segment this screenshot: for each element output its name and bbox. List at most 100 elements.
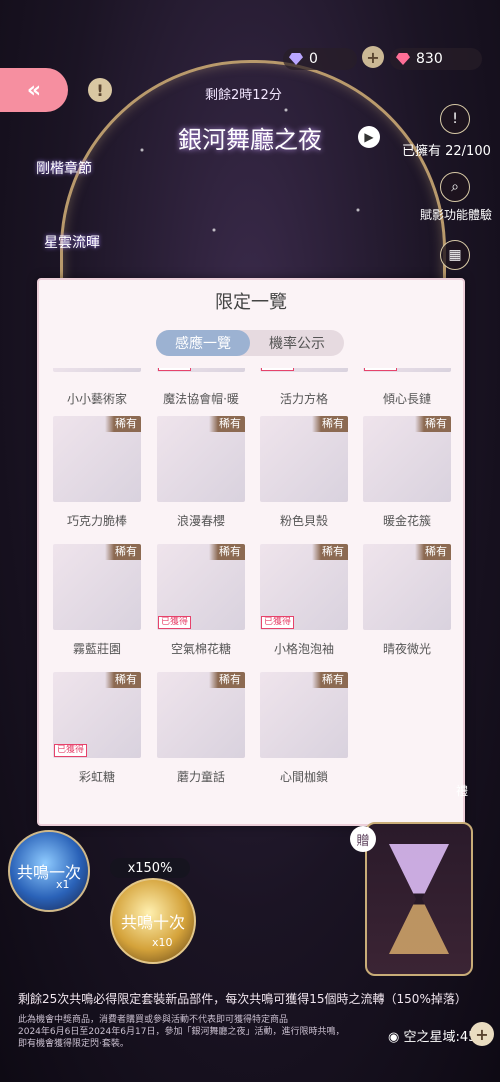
rare-badge: 稀有 [209,672,245,688]
item-cell[interactable]: 稀有浪漫春櫻 [157,416,245,528]
item-name: 魔法協會帽·暖 [163,392,239,406]
item-cell[interactable]: 稀有粉色貝殼 [260,416,348,528]
notice-text: 剩餘25次共鳴必得限定套裝新品部件，每次共鳴可獲得15個時之流轉（150%掉落） [18,992,467,1006]
item-cell[interactable]: 稀有霧藍莊園 [53,544,141,656]
menu-nebula[interactable]: 星雲流暉 [44,232,100,252]
item-name: 巧克力脆棒 [66,514,127,528]
resonate-once-label: 共鳴一次 [16,863,81,882]
info-button[interactable]: ! [88,78,112,102]
item-thumbnail: 稀有 [53,544,141,630]
item-name: 心間枷鎖 [279,770,328,784]
event-detail-button[interactable]: ▶ [358,126,380,148]
item-cell[interactable]: 稀有暖金花簇 [363,416,451,528]
limited-list-modal: 限定一覽 感應一覽 機率公示 小小藝術家已獲得魔法協會帽·暖已獲得活力方格已獲得… [37,278,465,826]
item-cell[interactable]: 稀有巧克力脆棒 [53,416,141,528]
rare-badge: 稀有 [312,672,348,688]
eye-icon: ◉ [388,1030,404,1045]
chevron-right-icon: ▶ [364,130,374,144]
rare-badge: 稀有 [209,416,245,432]
item-thumbnail: 已獲得 [260,368,348,372]
rare-badge: 稀有 [415,544,451,560]
alert-icon: ! [452,111,458,127]
item-name: 小格泡泡袖 [273,642,334,656]
item-thumbnail: 稀有 [157,416,245,502]
item-thumbnail: 稀有 [53,416,141,502]
add-currency-button[interactable]: + [362,46,384,68]
plus-icon: + [366,47,380,67]
obtained-badge: 已獲得 [158,368,192,371]
resonate-ten-button[interactable]: 共鳴十次 [110,878,196,964]
currency-blue-diamond: 0 [283,48,357,70]
item-thumbnail: 稀有 [260,672,348,758]
item-cell[interactable]: 稀有已獲得小格泡泡袖 [260,544,348,656]
calendar-button[interactable]: ▦ [440,240,470,270]
owned-count: 已擁有 22/100 [402,144,491,159]
obtained-badge: 已獲得 [364,368,398,371]
item-cell[interactable]: 稀有 蘑力童話 [157,672,245,784]
menu-chapter[interactable]: 剛楷章節 [36,158,92,178]
item-thumbnail: 稀有已獲得 [260,544,348,630]
item-cell[interactable]: 稀有已獲得空氣棉花糖 [157,544,245,656]
item-cell[interactable]: 稀有晴夜微光 [363,544,451,656]
starfield-value: 空之星域:45 [403,1030,477,1045]
item-name: 暖金花簇 [382,514,431,528]
item-thumbnail: 稀有已獲得 [157,544,245,630]
item-thumbnail: 稀有 [363,544,451,630]
item-cell[interactable]: 稀有心間枷鎖 [260,672,348,784]
rare-badge: 稀有 [209,544,245,560]
resonate-ten-label: 共鳴十次 [120,913,185,932]
item-name: 彩虹糖 [78,770,115,784]
item-name: 活力方格 [279,392,328,406]
hourglass-reward[interactable] [365,822,473,976]
item-thumbnail: 稀有 [363,416,451,502]
starfield-counter: ◉ 空之星域:45 [388,1026,476,1045]
obtained-badge: 已獲得 [54,744,88,757]
rare-badge: 稀有 [312,416,348,432]
item-thumbnail: 已獲得 [157,368,245,372]
modal-tabs: 感應一覽 機率公示 [156,330,344,356]
search-icon: ⌕ [451,179,459,195]
event-title: 銀河舞廳之夜 [178,126,322,154]
calendar-icon: ▦ [448,247,462,263]
item-name: 霧藍莊園 [72,642,121,656]
tab-probability[interactable]: 機率公示 [250,330,344,356]
double-chevron-left-icon: « [26,77,42,103]
currency-pink-diamond: 830 [390,48,482,70]
diamond-blue-icon [289,53,303,65]
add-starfield-button[interactable]: + [470,1022,494,1046]
resonate-once-button[interactable]: 共鳴一次 [8,830,90,912]
item-name: 小小藝術家 [66,392,127,406]
search-button[interactable]: ⌕ [440,172,470,202]
item-name: 浪漫春櫻 [176,514,225,528]
side-gift-label: 禮 [456,784,469,798]
item-name: 傾心長鏈 [382,392,431,406]
rare-badge: 稀有 [105,544,141,560]
bonus-badge: x150% [110,858,190,878]
back-button[interactable]: « [0,68,68,112]
item-thumbnail [53,368,141,372]
gift-badge: 贈 [350,826,376,852]
item-name: 晴夜微光 [382,642,431,656]
tab-induction-list[interactable]: 感應一覽 [156,330,250,356]
alert-button[interactable]: ! [440,104,470,134]
currency-value: 0 [309,51,318,67]
item-thumbnail: 稀有已獲得 [53,672,141,758]
modal-title: 限定一覽 [215,292,287,313]
rare-badge: 稀有 [415,416,451,432]
diamond-pink-icon [396,53,410,65]
item-cell[interactable]: 稀有已獲得彩虹糖 [53,672,141,784]
obtained-badge: 已獲得 [158,616,192,629]
obtained-badge: 已獲得 [261,616,295,629]
item-thumbnail: 稀有 [157,672,245,758]
rare-badge: 稀有 [105,672,141,688]
rare-badge: 稀有 [105,416,141,432]
item-name: 空氣棉花糖 [170,642,231,656]
resonate-once-cost: x1 [56,878,70,891]
resonate-ten-cost: x10 [152,936,173,949]
bonus-value: x150% [127,860,173,876]
rare-badge: 稀有 [312,544,348,560]
search-label: 賦影功能體驗 [420,208,493,222]
item-thumbnail: 稀有 [260,416,348,502]
plus-icon: + [475,1024,489,1044]
item-name: 粉色貝殼 [279,514,328,528]
